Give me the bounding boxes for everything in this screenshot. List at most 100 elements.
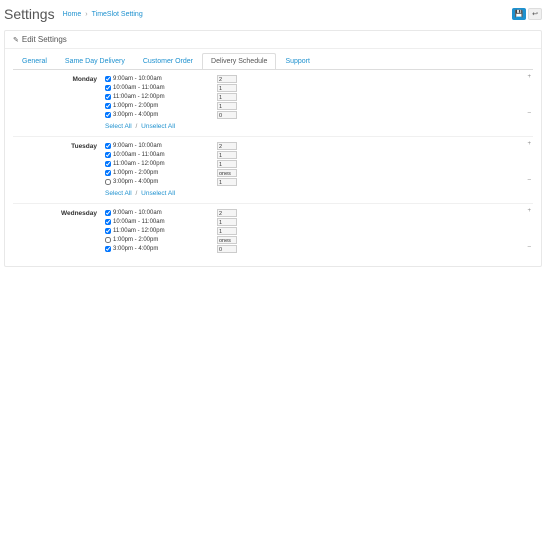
day-block-tuesday: Tuesday+9:00am - 10:00am210:00am - 11:00… (13, 136, 533, 203)
slot-value-input[interactable]: ones (217, 236, 237, 244)
slot-checkbox[interactable] (105, 237, 111, 243)
tab-delivery-schedule[interactable]: Delivery Schedule (202, 53, 276, 70)
slot-value-input[interactable]: 1 (217, 227, 237, 235)
pencil-icon: ✎ (13, 36, 19, 44)
tab-bar: GeneralSame Day DeliveryCustomer OrderDe… (5, 49, 541, 70)
slot-time-text: 9:00am - 10:00am (113, 76, 162, 82)
plus-icon[interactable]: + (527, 74, 531, 80)
slot-row: 10:00am - 11:00am1 (105, 83, 533, 92)
slot-value-input[interactable]: 1 (217, 178, 237, 186)
slot-checkbox[interactable] (105, 246, 111, 252)
minus-icon[interactable]: – (528, 110, 531, 116)
slot-label[interactable]: 1:00pm - 2:00pm (105, 103, 217, 109)
cancel-button[interactable]: ↩ (528, 8, 542, 20)
slot-value-input[interactable]: 2 (217, 209, 237, 217)
day-label: Wednesday (13, 208, 105, 253)
slot-label[interactable]: 9:00am - 10:00am (105, 210, 217, 216)
slot-value-input[interactable]: 0 (217, 245, 237, 253)
slot-checkbox[interactable] (105, 85, 111, 91)
slot-value-input[interactable]: 1 (217, 218, 237, 226)
day-block-monday: Monday +9:00am - 10:00am 210:00am - 11:00a… (13, 70, 533, 136)
tab-customer-order[interactable]: Customer Order (134, 53, 202, 70)
settings-panel: ✎ Edit Settings GeneralSame Day Delivery… (4, 30, 542, 267)
breadcrumb-sep: › (85, 11, 87, 18)
select-all-link[interactable]: Select All (105, 190, 132, 197)
slot-label[interactable]: 1:00pm - 2:00pm (105, 237, 217, 243)
slot-checkbox[interactable] (105, 228, 111, 234)
slot-label[interactable]: 11:00am - 12:00pm (105, 228, 217, 234)
slot-time-text: 3:00pm - 4:00pm (113, 246, 158, 252)
slot-checkbox[interactable] (105, 143, 111, 149)
back-arrow-icon: ↩ (532, 10, 538, 18)
slot-row: 3:00pm - 4:00pm1 (105, 177, 533, 186)
slots-container: +9:00am - 10:00am210:00am - 11:00am111:0… (105, 208, 533, 253)
page-title: Settings (4, 6, 55, 22)
slot-label[interactable]: 10:00am - 11:00am (105, 219, 217, 225)
day-block-wednesday: Wednesday+9:00am - 10:00am210:00am - 11:… (13, 203, 533, 257)
slot-row: 9:00am - 10:00am 2 (105, 74, 533, 83)
slot-row: 10:00am - 11:00am 1 (105, 217, 533, 226)
slots-container: +9:00am - 10:00am210:00am - 11:00am111:0… (105, 141, 533, 199)
save-button[interactable]: 💾 (512, 8, 526, 20)
slot-row: 11:00am - 12:00pm 1 (105, 92, 533, 101)
slot-checkbox[interactable] (105, 94, 111, 100)
slot-label[interactable]: 9:00am - 10:00am (105, 143, 217, 149)
slot-row: 11:00am - 12:00pm1 (105, 226, 533, 235)
slot-checkbox[interactable] (105, 179, 111, 185)
unselect-all-link[interactable]: Unselect All (141, 190, 175, 197)
select-links: Select All / Unselect All (105, 119, 533, 132)
slot-value-input[interactable]: 1 (217, 160, 237, 168)
slot-label[interactable]: 3:00pm - 4:00pm (105, 112, 217, 118)
slot-checkbox[interactable] (105, 170, 111, 176)
slot-label[interactable]: 11:00am - 12:00pm (105, 161, 217, 167)
plus-icon[interactable]: + (527, 208, 531, 214)
slot-label[interactable]: 3:00pm - 4:00pm (105, 246, 217, 252)
slot-time-text: 11:00am - 12:00pm (113, 94, 165, 100)
slot-row: 1:00pm - 2:00pmones (105, 168, 533, 177)
slot-time-text: 10:00am - 11:00am (113, 152, 165, 158)
tab-content: Monday+9:00am - 10:00am210:00am - 11:00a… (13, 69, 533, 257)
slot-label[interactable]: 3:00pm - 4:00pm (105, 179, 217, 185)
slot-label[interactable]: 10:00am - 11:00am (105, 85, 217, 91)
slot-checkbox[interactable] (105, 152, 111, 158)
day-label: Monday (13, 74, 105, 132)
breadcrumb-current[interactable]: TimeSlot Setting (92, 11, 143, 18)
plus-icon[interactable]: + (527, 141, 531, 147)
unselect-all-link[interactable]: Unselect All (141, 123, 175, 130)
page-header: Settings Home › TimeSlot Setting 💾 ↩ (4, 4, 542, 28)
slot-value-input[interactable]: 1 (217, 84, 237, 92)
slot-checkbox[interactable] (105, 219, 111, 225)
minus-icon[interactable]: – (528, 177, 531, 183)
slot-checkbox[interactable] (105, 161, 111, 167)
link-separator: / (134, 123, 139, 130)
tab-support[interactable]: Support (276, 53, 319, 70)
slot-value-input[interactable]: 0 (217, 111, 237, 119)
slot-label[interactable]: 1:00pm - 2:00pm (105, 170, 217, 176)
slot-label[interactable]: 11:00am - 12:00pm (105, 94, 217, 100)
slot-checkbox[interactable] (105, 112, 111, 118)
save-icon: 💾 (515, 10, 524, 18)
slot-value-input[interactable]: 1 (217, 151, 237, 159)
select-all-link[interactable]: Select All (105, 123, 132, 130)
minus-icon[interactable]: – (528, 244, 531, 250)
slot-label[interactable]: 10:00am - 11:00am (105, 152, 217, 158)
tab-general[interactable]: General (13, 53, 56, 70)
slot-value-input[interactable]: ones (217, 169, 237, 177)
tab-same-day-delivery[interactable]: Same Day Delivery (56, 53, 134, 70)
slot-value-input[interactable]: 2 (217, 75, 237, 83)
slot-time-text: 1:00pm - 2:00pm (113, 103, 158, 109)
slot-row: 1:00pm - 2:00pm 1 (105, 101, 533, 110)
slot-time-text: 10:00am - 11:00am (113, 219, 165, 225)
slot-value-input[interactable]: 2 (217, 142, 237, 150)
slot-checkbox[interactable] (105, 210, 111, 216)
slot-row: 11:00am - 12:00pm1 (105, 159, 533, 168)
slot-row: 9:00am - 10:00am2 (105, 141, 533, 150)
breadcrumb-home[interactable]: Home (63, 11, 82, 18)
select-links: Select All / Unselect All (105, 186, 533, 199)
slot-checkbox[interactable] (105, 103, 111, 109)
slot-value-input[interactable]: 1 (217, 93, 237, 101)
slot-value-input[interactable]: 1 (217, 102, 237, 110)
slot-checkbox[interactable] (105, 76, 111, 82)
slot-time-text: 3:00pm - 4:00pm (113, 112, 158, 118)
slot-label[interactable]: 9:00am - 10:00am (105, 76, 217, 82)
